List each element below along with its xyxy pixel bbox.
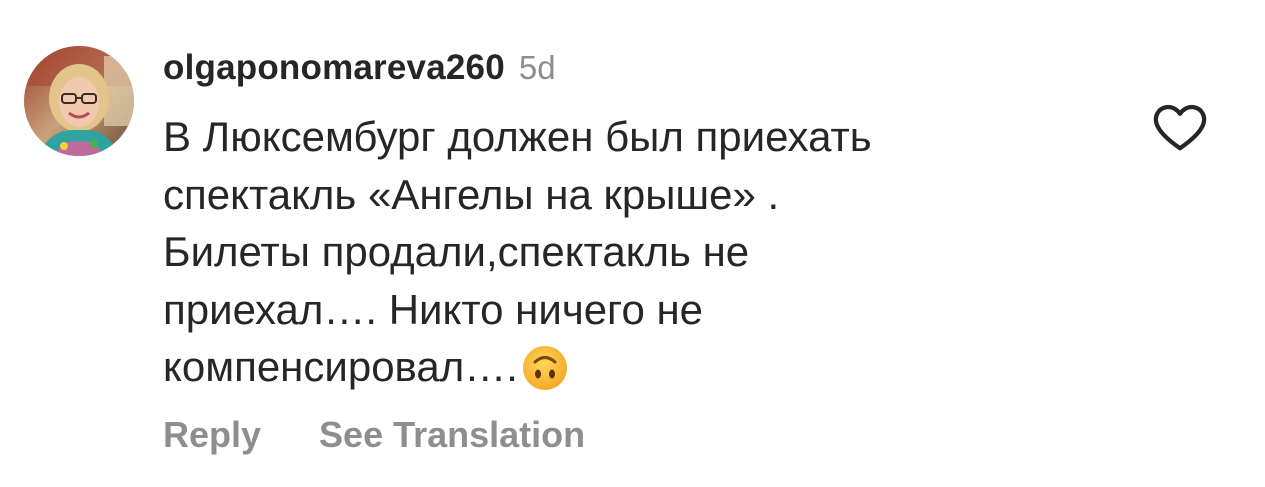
comment-text-line-last: компенсировал….	[163, 338, 1063, 406]
comment-text-line: компенсировал….	[163, 343, 518, 390]
username-link[interactable]: olgaponomareva260	[163, 48, 505, 88]
comment-actions: Reply See Translation	[163, 414, 585, 456]
upside-down-face-emoji	[522, 345, 568, 406]
comment-text-line: Билеты продали,спектакль не	[163, 228, 750, 275]
see-translation-button[interactable]: See Translation	[319, 414, 585, 456]
avatar[interactable]	[24, 46, 134, 156]
comment-text-line: В Люксембург должен был приехать	[163, 113, 872, 160]
comment-header: olgaponomareva260 5d	[163, 48, 556, 92]
avatar-photo	[24, 46, 134, 156]
heart-outline-icon[interactable]	[1150, 97, 1210, 157]
comment-text-line: спектакль «Ангелы на крыше» .	[163, 170, 780, 218]
reply-button[interactable]: Reply	[163, 414, 261, 456]
comment-item: olgaponomareva260 5d В Люксембург должен…	[0, 0, 1265, 487]
comment-text: В Люксембург должен был приехать спектак…	[163, 108, 1063, 406]
comment-text-line: приехал…. Никто ничего не	[163, 285, 704, 333]
comment-timestamp[interactable]: 5d	[519, 49, 556, 87]
